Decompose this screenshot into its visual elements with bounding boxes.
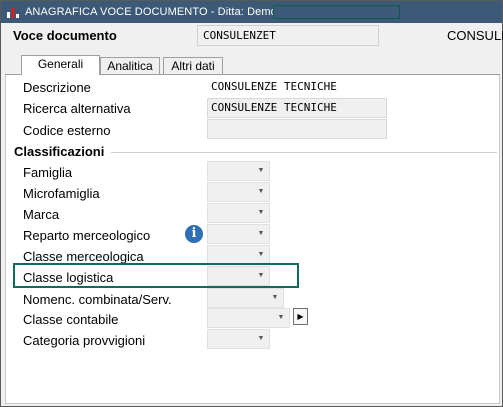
play-arrow-icon: ▶ bbox=[297, 312, 304, 321]
redacted-company-name bbox=[273, 5, 400, 19]
main-window: ANAGRAFICA VOCE DOCUMENTO - Ditta: Demo … bbox=[0, 0, 503, 407]
voce-documento-description-truncated: CONSULE bbox=[447, 28, 503, 43]
reparto-merceologico-combo[interactable]: ▼ bbox=[207, 224, 270, 244]
tab-generali[interactable]: Generali bbox=[21, 55, 100, 75]
nomenc-combinata-combo[interactable]: ▼ bbox=[207, 288, 284, 308]
info-icon[interactable]: i bbox=[185, 225, 203, 243]
classe-contabile-combo[interactable]: ▼ bbox=[207, 308, 290, 328]
codice-esterno-label: Codice esterno bbox=[23, 123, 111, 138]
tab-altri-dati[interactable]: Altri dati bbox=[163, 57, 223, 75]
classe-merceologica-combo[interactable]: ▼ bbox=[207, 245, 270, 265]
chevron-down-icon: ▼ bbox=[257, 335, 265, 342]
ricerca-alternativa-field[interactable]: CONSULENZE TECNICHE bbox=[207, 98, 387, 118]
bar-chart-icon bbox=[7, 8, 19, 18]
chevron-down-icon: ▼ bbox=[257, 251, 265, 258]
codice-esterno-field[interactable] bbox=[207, 119, 387, 139]
classe-contabile-nav-button[interactable]: ▶ bbox=[293, 308, 308, 325]
ricerca-alternativa-label: Ricerca alternativa bbox=[23, 101, 131, 116]
section-divider bbox=[111, 152, 497, 153]
marca-combo[interactable]: ▼ bbox=[207, 203, 270, 223]
chevron-down-icon: ▼ bbox=[271, 294, 279, 301]
famiglia-combo[interactable]: ▼ bbox=[207, 161, 270, 181]
descrizione-field[interactable]: CONSULENZE TECNICHE bbox=[207, 77, 387, 97]
tab-analitica[interactable]: Analitica bbox=[100, 57, 160, 75]
chevron-down-icon: ▼ bbox=[257, 230, 265, 237]
categoria-provvigioni-combo[interactable]: ▼ bbox=[207, 329, 270, 349]
microfamiglia-label: Microfamiglia bbox=[23, 186, 100, 201]
window-title: ANAGRAFICA VOCE DOCUMENTO - Ditta: Demo bbox=[25, 6, 277, 18]
categoria-provvigioni-label: Categoria provvigioni bbox=[23, 333, 146, 348]
title-bar: ANAGRAFICA VOCE DOCUMENTO - Ditta: Demo bbox=[1, 1, 502, 23]
nomenc-combinata-label: Nomenc. combinata/Serv. bbox=[23, 292, 172, 307]
classe-contabile-label: Classe contabile bbox=[23, 312, 119, 327]
descrizione-label: Descrizione bbox=[23, 80, 91, 95]
famiglia-label: Famiglia bbox=[23, 165, 73, 180]
reparto-merceologico-label: Reparto merceologico bbox=[23, 228, 151, 243]
marca-label: Marca bbox=[23, 207, 60, 222]
voce-documento-label: Voce documento bbox=[13, 28, 117, 43]
voce-documento-code-field[interactable]: CONSULENZET bbox=[197, 25, 379, 46]
classe-logistica-highlight bbox=[13, 263, 299, 288]
chevron-down-icon: ▼ bbox=[257, 167, 265, 174]
chevron-down-icon: ▼ bbox=[257, 209, 265, 216]
chevron-down-icon: ▼ bbox=[277, 314, 285, 321]
classe-merceologica-label: Classe merceologica bbox=[23, 249, 144, 264]
microfamiglia-combo[interactable]: ▼ bbox=[207, 182, 270, 202]
classificazioni-section-title: Classificazioni bbox=[14, 144, 105, 159]
chevron-down-icon: ▼ bbox=[257, 188, 265, 195]
